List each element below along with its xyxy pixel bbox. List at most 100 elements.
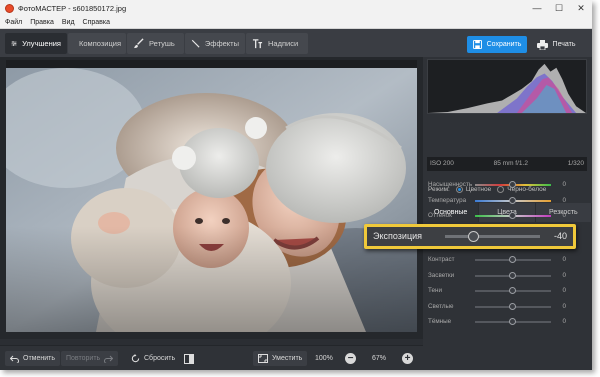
app-logo-icon xyxy=(5,3,14,13)
menu-file[interactable]: Файл xyxy=(5,19,22,26)
slider-knob[interactable] xyxy=(509,287,516,294)
minimize-button[interactable]: — xyxy=(526,0,548,16)
tab-retouch-label: Ретушь xyxy=(149,39,175,48)
zoom-100-button[interactable]: 100% xyxy=(315,351,333,366)
slider-row: Контраст 0 xyxy=(423,255,592,265)
fit-screen-icon xyxy=(258,354,268,363)
tab-enhancements-label: Улучшения xyxy=(22,39,61,48)
histogram xyxy=(427,59,587,114)
slider-value: 0 xyxy=(562,318,566,325)
slider-knob[interactable] xyxy=(509,272,516,279)
save-button[interactable]: Сохранить xyxy=(467,36,527,53)
tab-effects-label: Эффекты xyxy=(204,39,239,48)
exposure-knob[interactable] xyxy=(467,231,479,242)
bottom-bar: Отменить Повторить Сбросить Уместить 100… xyxy=(0,345,423,370)
redo-button[interactable]: Повторить xyxy=(61,351,119,366)
redo-icon xyxy=(104,355,114,363)
slider-value: 0 xyxy=(562,287,566,294)
reset-button[interactable]: Сбросить xyxy=(131,351,175,366)
undo-button[interactable]: Отменить xyxy=(5,351,60,366)
slider-label: Насыщенность xyxy=(428,181,473,188)
exposure-value: -40 xyxy=(553,231,567,241)
sliders-icon xyxy=(11,41,17,46)
slider-row: Насыщенность 0 xyxy=(423,180,592,190)
slider-row: Засветки 0 xyxy=(423,271,592,281)
slider-knob[interactable] xyxy=(509,303,516,310)
exif-info: ISO 200 85 mm f/1.2 1/320 xyxy=(427,160,587,170)
photo-canvas-area xyxy=(0,57,423,339)
printer-icon xyxy=(536,39,548,50)
slider-value: 0 xyxy=(562,272,566,279)
floppy-icon xyxy=(472,40,482,49)
zoom-out-button[interactable]: − xyxy=(345,351,356,366)
menu-help[interactable]: Справка xyxy=(83,19,110,26)
redo-label: Повторить xyxy=(66,355,101,362)
main-toolbar: Улучшения Композиция Ретушь Эффекты Надп… xyxy=(0,29,592,57)
tab-captions-label: Надписи xyxy=(268,39,299,48)
maximize-button[interactable]: ☐ xyxy=(548,0,570,16)
adjustments-panel: ISO 200 85 mm f/1.2 1/320 Режим: Цветное… xyxy=(423,57,592,370)
exposure-slider-callout[interactable]: Экспозиция -40 xyxy=(364,224,576,249)
print-button[interactable]: Печать xyxy=(528,36,584,53)
slider-value: 0 xyxy=(562,212,566,219)
exposure-track[interactable] xyxy=(445,235,540,238)
compare-button[interactable] xyxy=(184,351,198,366)
close-button[interactable]: ✕ xyxy=(570,0,592,16)
exif-lens: 85 mm f/1.2 xyxy=(493,160,528,167)
slider-row: Температура 0 xyxy=(423,196,592,206)
text-icon xyxy=(252,39,263,49)
slider-label: Тёмные xyxy=(428,318,452,325)
photo-top-strip xyxy=(6,60,417,68)
zoom-in-button[interactable]: + xyxy=(402,351,413,366)
slider-knob[interactable] xyxy=(509,318,516,325)
menu-view[interactable]: Вид xyxy=(62,19,75,26)
zoom-level: 67% xyxy=(372,351,386,366)
magic-wand-icon xyxy=(191,39,200,48)
minus-icon: − xyxy=(345,353,356,364)
exif-shutter: 1/320 xyxy=(567,160,584,167)
tab-composition[interactable]: Композиция xyxy=(68,33,126,54)
zoom-100-label: 100% xyxy=(315,355,333,362)
slider-knob[interactable] xyxy=(509,181,516,188)
reset-label: Сбросить xyxy=(144,355,176,362)
slider-knob[interactable] xyxy=(509,256,516,263)
fit-button[interactable]: Уместить xyxy=(253,351,308,366)
exposure-label: Экспозиция xyxy=(373,231,422,241)
title-bar: ФотоМАСТЕР - s601850172.jpg — ☐ ✕ xyxy=(0,0,592,16)
slider-knob[interactable] xyxy=(509,197,516,204)
slider-row: Тёмные 0 xyxy=(423,317,592,327)
slider-knob[interactable] xyxy=(509,212,516,219)
exif-iso: ISO 200 xyxy=(430,160,454,167)
zoom-level-label: 67% xyxy=(372,355,387,362)
menu-bar: Файл Правка Вид Справка xyxy=(0,16,592,29)
slider-label: Тени xyxy=(428,287,442,294)
tab-composition-label: Композиция xyxy=(79,39,122,48)
window-title: ФотоМАСТЕР - s601850172.jpg xyxy=(18,3,127,13)
plus-icon: + xyxy=(402,353,413,364)
menu-edit[interactable]: Правка xyxy=(30,19,54,26)
undo-icon xyxy=(10,355,19,363)
window-controls: — ☐ ✕ xyxy=(526,0,592,16)
reset-icon xyxy=(131,354,140,363)
slider-label: Контраст xyxy=(428,256,455,263)
slider-value: 0 xyxy=(562,256,566,263)
tab-retouch[interactable]: Ретушь xyxy=(127,33,184,54)
slider-label: Светлые xyxy=(428,303,454,310)
print-label: Печать xyxy=(552,41,576,48)
tab-captions[interactable]: Надписи xyxy=(246,33,308,54)
slider-value: 0 xyxy=(562,303,566,310)
slider-row: Оттенок 0 xyxy=(423,211,592,221)
slider-label: Оттенок xyxy=(428,212,452,219)
tab-enhancements[interactable]: Улучшения xyxy=(5,33,67,54)
tab-effects[interactable]: Эффекты xyxy=(185,33,245,54)
slider-value: 0 xyxy=(562,181,566,188)
photo-image[interactable] xyxy=(6,68,417,332)
slider-label: Засветки xyxy=(428,272,455,279)
fit-label: Уместить xyxy=(272,355,303,362)
save-label: Сохранить xyxy=(486,41,522,48)
slider-row: Тени 0 xyxy=(423,286,592,296)
slider-row: Светлые 0 xyxy=(423,302,592,312)
compare-icon xyxy=(184,353,194,364)
app-window: ФотоМАСТЕР - s601850172.jpg — ☐ ✕ Файл П… xyxy=(0,0,592,370)
brush-icon xyxy=(133,38,144,49)
